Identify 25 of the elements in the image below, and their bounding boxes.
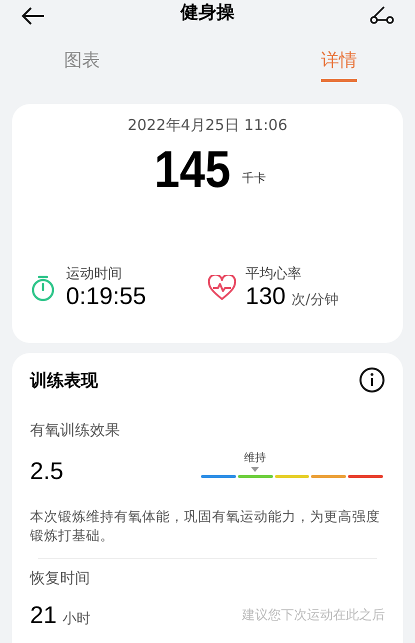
tab[interactable]: 图表 (64, 46, 100, 82)
route-icon[interactable] (369, 6, 395, 26)
page-title: 健身操 (180, 1, 234, 25)
back-icon[interactable] (20, 6, 46, 26)
scale-label: 维持 (244, 450, 266, 464)
section-title: 训练表现 (30, 370, 98, 392)
recovery-note: 建议您下次运动在此之后 (242, 607, 385, 625)
calories-unit: 千卡 (242, 170, 266, 187)
recovery-label: 恢复时间 (30, 569, 91, 588)
stat-unit: 次/分钟 (292, 291, 338, 309)
recovery-unit: 小时 (62, 610, 91, 628)
stat-value: 130 (246, 283, 286, 311)
recovery-value: 21 (30, 602, 57, 630)
stopwatch-icon (30, 274, 56, 302)
tab[interactable]: 详情 (321, 46, 357, 82)
calories-value: 145 (154, 141, 231, 199)
stat-label: 运动时间 (66, 265, 123, 283)
stat-label: 平均心率 (246, 265, 302, 283)
aerobic-description: 本次锻炼维持有氧体能，巩固有氧运动能力，为更高强度锻炼打基础。 (30, 508, 381, 546)
heart-rate-icon (208, 275, 236, 301)
aerobic-value: 2.5 (30, 458, 64, 486)
aerobic-label: 有氧训练效果 (30, 421, 121, 440)
stat-value: 0:19:55 (66, 283, 146, 311)
info-icon[interactable] (359, 367, 385, 393)
workout-datetime: 2022年4月25日 11:06 (126, 116, 288, 135)
